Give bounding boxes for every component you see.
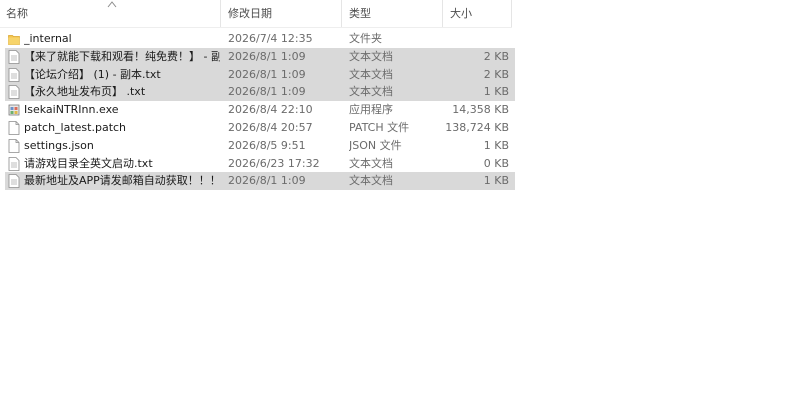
- file-type: 文本文档: [349, 174, 393, 188]
- file-name: 【永久地址发布页】 .txt: [24, 85, 146, 99]
- file-name: 【论坛介绍】 (1) - 副本.txt: [24, 67, 161, 81]
- blank-file-icon: [8, 121, 20, 135]
- blank-file-icon: [8, 138, 20, 153]
- file-name: settings.json: [24, 138, 94, 152]
- file-row[interactable]: IsekaiNTRInn.exe 2026/8/4 22:10 应用程序 14,358…: [5, 101, 515, 119]
- file-date: 2026/8/4 20:57: [228, 120, 313, 134]
- column-header: 名称 修改日期 类型 大小: [0, 0, 512, 28]
- file-row[interactable]: 【论坛介绍】 (1) - 副本.txt 2026/8/1 1:09 文本文档 2 KB: [5, 65, 515, 84]
- file-size: 1 KB: [483, 138, 509, 152]
- file-type: 文件夹: [349, 32, 382, 45]
- column-header-type[interactable]: 类型: [343, 0, 443, 27]
- file-date: 2026/8/4 22:10: [228, 103, 313, 117]
- text-file-icon: [8, 67, 20, 82]
- file-explorer: 名称 修改日期 类型 大小 _internal 2026/7/4 12:35 文件夹…: [0, 0, 800, 414]
- file-type: 应用程序: [349, 103, 393, 117]
- file-date: 2026/7/4 12:35: [228, 32, 313, 45]
- file-type: 文本文档: [349, 49, 393, 63]
- file-date: 2026/8/1 1:09: [228, 67, 306, 81]
- file-date: 2026/8/1 1:09: [228, 49, 306, 63]
- file-size: 2 KB: [483, 67, 509, 81]
- file-type: 文本文档: [349, 156, 393, 170]
- file-name: _internal: [24, 32, 72, 45]
- file-size: 14,358 KB: [452, 103, 509, 117]
- file-row[interactable]: patch_latest.patch 2026/8/4 20:57 PATCH 文件…: [5, 119, 515, 137]
- file-name: 请游戏目录全英文启动.txt: [24, 156, 153, 170]
- file-row[interactable]: _internal 2026/7/4 12:35 文件夹: [5, 30, 515, 48]
- column-header-date[interactable]: 修改日期: [222, 0, 342, 27]
- file-date: 2026/8/5 9:51: [228, 138, 306, 152]
- file-date: 2026/8/1 1:09: [228, 85, 306, 99]
- text-file-icon: [8, 156, 20, 171]
- folder-icon: [8, 32, 20, 46]
- file-type: PATCH 文件: [349, 120, 410, 134]
- file-row[interactable]: 最新地址及APP请发邮箱自动获取！！！... 2026/8/1 1:09 文本文档 1…: [5, 172, 515, 191]
- text-file-icon: [8, 85, 20, 100]
- file-row[interactable]: 【来了就能下载和观看！纯免费！】 - 副... 2026/8/1 1:09 文本文档…: [5, 47, 515, 66]
- file-type: JSON 文件: [349, 138, 402, 152]
- file-type: 文本文档: [349, 67, 393, 81]
- file-size: 138,724 KB: [445, 120, 509, 134]
- file-size: 1 KB: [483, 174, 509, 188]
- exe-file-icon: [8, 103, 20, 117]
- file-type: 文本文档: [349, 85, 393, 99]
- file-row[interactable]: 【永久地址发布页】 .txt 2026/8/1 1:09 文本文档 1 KB: [5, 83, 515, 102]
- file-size: 2 KB: [483, 49, 509, 63]
- file-name: patch_latest.patch: [24, 120, 127, 134]
- file-size: [445, 30, 509, 48]
- file-name: 最新地址及APP请发邮箱自动获取！！！...: [24, 174, 220, 188]
- file-date: 2026/6/23 17:32: [228, 156, 320, 170]
- column-header-name[interactable]: 名称: [0, 0, 221, 27]
- text-file-icon: [8, 174, 20, 189]
- file-list: _internal 2026/7/4 12:35 文件夹【来了就能下载和观看！纯免费…: [0, 30, 515, 191]
- file-row[interactable]: settings.json 2026/8/5 9:51 JSON 文件 1 KB: [5, 137, 515, 155]
- file-name: IsekaiNTRInn.exe: [24, 103, 119, 117]
- file-row[interactable]: 请游戏目录全英文启动.txt 2026/6/23 17:32 文本文档 0 KB: [5, 155, 515, 173]
- file-date: 2026/8/1 1:09: [228, 174, 306, 188]
- file-size: 1 KB: [483, 85, 509, 99]
- file-name: 【来了就能下载和观看！纯免费！】 - 副...: [24, 49, 220, 63]
- column-header-size[interactable]: 大小: [444, 0, 512, 27]
- file-size: 0 KB: [483, 156, 509, 170]
- text-file-icon: [8, 49, 20, 64]
